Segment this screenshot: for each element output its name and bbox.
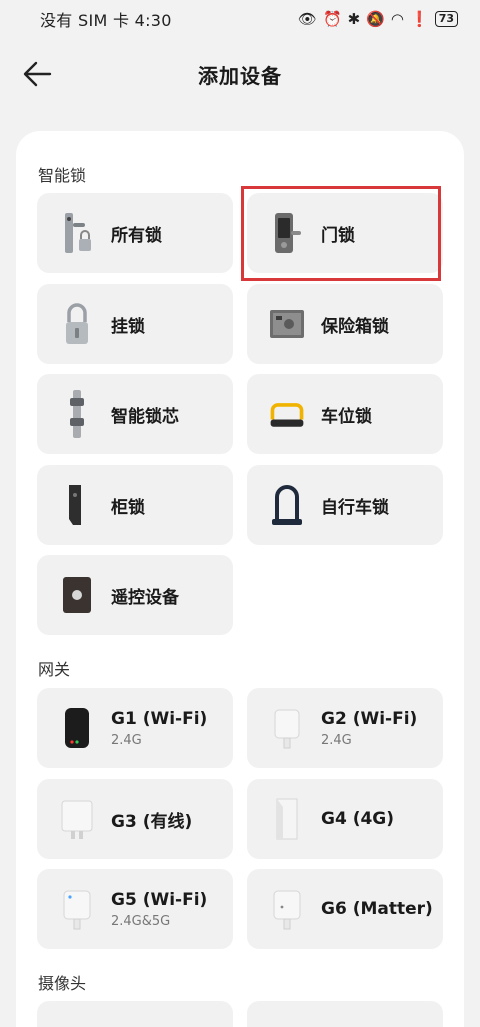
tile-parking-lock[interactable]: 车位锁	[247, 374, 443, 454]
status-icons: 👁 ⏰ ✱ 🔕 ◠ ❗ 73	[298, 10, 458, 28]
gateway-g4-icon	[267, 791, 307, 847]
tile-padlock[interactable]: 挂锁	[37, 284, 233, 364]
tile-gateway-g1[interactable]: G1 (Wi-Fi) 2.4G	[37, 688, 233, 768]
tile-gateway-g5[interactable]: G5 (Wi-Fi) 2.4G&5G	[37, 869, 233, 949]
bike-lock-icon	[267, 477, 307, 533]
gateway-g5-icon	[57, 881, 97, 937]
tile-label: 遥控设备	[111, 587, 179, 608]
tile-label: G1 (Wi-Fi)	[111, 708, 208, 729]
battery-icon: 73	[434, 11, 458, 27]
door-lock-with-padlock-icon	[57, 205, 97, 261]
tile-label: G3 (有线)	[111, 811, 193, 832]
tile-label: G2 (Wi-Fi)	[321, 708, 418, 729]
safe-icon	[267, 296, 307, 352]
tile-gateway-g3[interactable]: G3 (有线)	[37, 779, 233, 859]
tile-texts: G1 (Wi-Fi) 2.4G	[111, 709, 207, 748]
status-bar: 没有 SIM 卡 4:30 👁 ⏰ ✱ 🔕 ◠ ❗ 73	[0, 0, 480, 38]
gateway-g2-icon	[267, 700, 307, 756]
alarm-icon: ⏰	[322, 10, 342, 28]
lock-cylinder-icon	[57, 386, 97, 442]
tile-label: G6 (Matter)	[321, 899, 433, 919]
tile-texts: G3 (有线)	[111, 807, 192, 832]
parking-lock-icon	[267, 386, 307, 442]
tile-label: 车位锁	[321, 406, 372, 427]
tile-label: 保险箱锁	[321, 316, 389, 337]
bluetooth-icon: ✱	[347, 10, 361, 28]
gateway-g1-icon	[57, 700, 97, 756]
padlock-icon	[57, 296, 97, 352]
page-title: 添加设备	[198, 64, 282, 88]
tile-label: 柜锁	[111, 497, 145, 518]
tile-label: 门锁	[321, 225, 355, 246]
carrier-time: 没有 SIM 卡 4:30	[40, 11, 172, 30]
tile-label: 所有锁	[111, 225, 162, 246]
tile-label: G5 (Wi-Fi)	[111, 889, 208, 910]
mute-icon: 🔕	[366, 10, 385, 28]
section-title-gateways: 网关	[38, 660, 71, 679]
tile-safe[interactable]: 保险箱锁	[247, 284, 443, 364]
section-title-cameras: 摄像头	[38, 974, 87, 993]
tile-texts: G2 (Wi-Fi) 2.4G	[321, 709, 417, 748]
tile-sublabel: 2.4G&5G	[111, 913, 171, 929]
tile-camera-2[interactable]	[247, 1001, 443, 1027]
tile-remote-control[interactable]: 遥控设备	[37, 555, 233, 635]
tile-camera-1[interactable]	[37, 1001, 233, 1027]
tile-label: 智能锁芯	[111, 406, 179, 427]
gateway-g6-icon	[267, 881, 307, 937]
tile-door-lock[interactable]: 门锁	[247, 193, 443, 273]
tile-cabinet-lock[interactable]: 柜锁	[37, 465, 233, 545]
tile-bike-lock[interactable]: 自行车锁	[247, 465, 443, 545]
tile-texts: G4 (4G)	[321, 809, 394, 829]
tile-gateway-g6[interactable]: G6 (Matter)	[247, 869, 443, 949]
tile-gateway-g2[interactable]: G2 (Wi-Fi) 2.4G	[247, 688, 443, 768]
tile-texts: G6 (Matter)	[321, 899, 433, 919]
section-title-locks: 智能锁	[38, 166, 87, 185]
eye-icon: 👁	[297, 10, 317, 28]
tile-label: 挂锁	[111, 316, 145, 337]
remote-control-icon	[57, 567, 97, 623]
tile-sublabel: 2.4G	[321, 732, 352, 748]
tile-gateway-g4[interactable]: G4 (4G)	[247, 779, 443, 859]
header: 添加设备	[0, 50, 480, 98]
wifi-icon: ◠	[390, 10, 404, 28]
door-lock-icon	[267, 205, 307, 261]
tile-texts: G5 (Wi-Fi) 2.4G&5G	[111, 890, 207, 929]
gateway-g3-icon	[57, 791, 97, 847]
tile-lock-cylinder[interactable]: 智能锁芯	[37, 374, 233, 454]
tile-label: G4 (4G)	[321, 809, 395, 829]
tile-sublabel: 2.4G	[111, 732, 142, 748]
alert-icon: ❗	[410, 10, 429, 28]
cabinet-lock-icon	[57, 477, 97, 533]
tile-all-locks[interactable]: 所有锁	[37, 193, 233, 273]
tile-label: 自行车锁	[321, 497, 389, 518]
